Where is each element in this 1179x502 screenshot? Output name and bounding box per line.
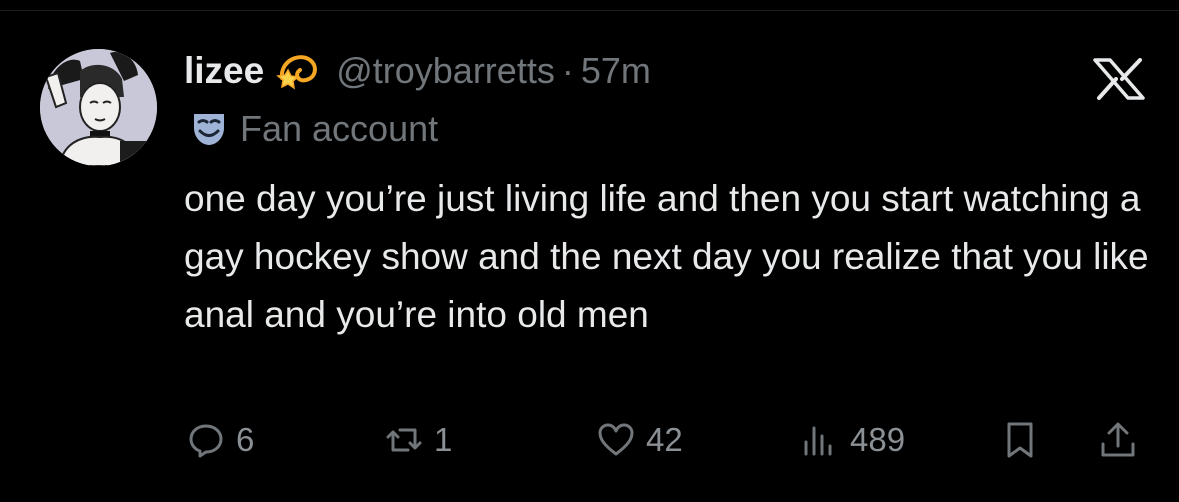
repost-icon <box>386 428 422 452</box>
performing-arts-mask-icon <box>190 110 228 148</box>
display-name[interactable]: lizee <box>184 50 264 92</box>
share-button[interactable] <box>1098 412 1148 468</box>
reply-button[interactable]: 6 <box>186 412 254 468</box>
user-handle[interactable]: @troybarretts <box>336 50 555 92</box>
account-label-text: Fan account <box>240 108 439 149</box>
heart-icon <box>598 423 634 456</box>
post-text: one day you’re just living life and then… <box>184 178 1149 335</box>
repost-count: 1 <box>434 421 453 458</box>
repost-button[interactable]: 1 <box>384 412 452 468</box>
account-label: Fan account <box>190 108 438 150</box>
views-button[interactable]: 489 <box>800 412 905 468</box>
like-count: 42 <box>646 421 683 458</box>
dizzy-emoji-icon <box>276 48 322 94</box>
reply-count: 6 <box>236 421 255 458</box>
share-icon <box>1101 422 1135 457</box>
bookmark-button[interactable] <box>1000 412 1050 468</box>
views-chart-icon <box>804 426 832 456</box>
separator-dot: · <box>561 50 574 91</box>
action-bar: 6 1 42 489 <box>0 412 1179 468</box>
top-divider <box>0 10 1179 11</box>
avatar[interactable] <box>40 49 157 166</box>
post-time[interactable]: 57m <box>581 50 651 92</box>
post-header: lizee @troybarretts · 57m <box>184 46 651 96</box>
bookmark-icon <box>1007 422 1033 458</box>
x-logo-icon[interactable] <box>1092 58 1146 100</box>
view-count: 489 <box>850 421 906 458</box>
reply-icon <box>189 424 223 458</box>
like-button[interactable]: 42 <box>596 412 683 468</box>
